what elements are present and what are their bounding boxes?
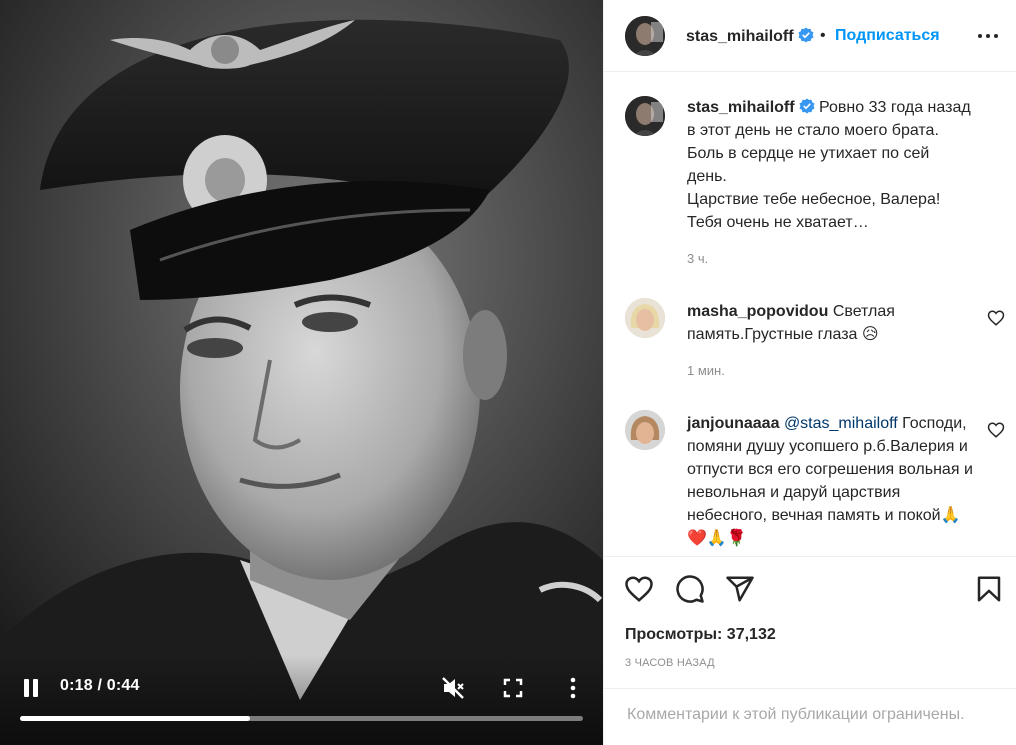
post-header: stas_mihailoff • Подписаться (604, 0, 1016, 72)
comment-username[interactable]: janjounaaaa (687, 415, 779, 432)
caption-line: Тебя очень не хватает… (687, 214, 869, 231)
pause-button[interactable] (18, 675, 44, 701)
comment-like-button[interactable] (987, 421, 1005, 439)
comments-limited-notice: Комментарии к этой публикации ограничены… (604, 688, 1016, 745)
comment-text: janjounaaaa @stas_mihailoff Господи, пом… (687, 412, 977, 550)
comment-icon (676, 575, 704, 603)
fullscreen-icon (503, 678, 523, 698)
heart-icon (987, 422, 1005, 438)
save-button[interactable] (974, 574, 1004, 604)
caption-line: день. (687, 168, 727, 185)
author-avatar[interactable] (625, 16, 665, 56)
comment-like-button[interactable] (987, 309, 1005, 327)
more-vertical-icon (570, 677, 576, 699)
caption-author-avatar[interactable] (625, 96, 665, 136)
comment-username[interactable]: masha_popovidou (687, 303, 828, 320)
bookmark-icon (977, 576, 1001, 602)
views-count[interactable]: Просмотры: 37,132 (625, 626, 776, 644)
comment-avatar-image (625, 410, 665, 450)
author-username-text[interactable]: stas_mihailoff (686, 28, 794, 45)
heart-icon (625, 576, 653, 602)
video-more-button[interactable] (560, 675, 586, 701)
comment-timestamp[interactable]: 1 мин. (687, 363, 725, 378)
author-username[interactable]: stas_mihailoff (686, 27, 814, 46)
follow-button[interactable]: Подписаться (835, 27, 940, 45)
views-number: 37,132 (726, 626, 776, 643)
video-player[interactable]: 0:18 / 0:44 (0, 0, 603, 745)
comment-mention[interactable]: @stas_mihailoff (784, 415, 898, 432)
post-caption: stas_mihailoff Ровно 33 года назад в это… (687, 96, 987, 234)
header-separator-dot: • (820, 27, 826, 44)
share-icon (726, 576, 754, 602)
comment-avatar[interactable] (625, 298, 665, 338)
caption-author-avatar-image (625, 96, 665, 136)
views-label: Просмотры: (625, 626, 723, 643)
comment-button[interactable] (675, 574, 705, 604)
author-avatar-image (625, 16, 665, 56)
caption-line: Боль в сердце не утихает по сей (687, 145, 930, 162)
comment-avatar-image (625, 298, 665, 338)
mute-button[interactable] (440, 675, 466, 701)
post-options-button[interactable] (976, 26, 1000, 46)
comment-avatar[interactable] (625, 410, 665, 450)
pause-icon (24, 679, 38, 697)
verified-badge-icon (799, 98, 815, 114)
share-button[interactable] (725, 574, 755, 604)
video-time: 0:18 / 0:44 (60, 677, 140, 694)
post-side-panel: stas_mihailoff • Подписаться stas_mihail… (603, 0, 1016, 745)
caption-timestamp[interactable]: 3 ч. (687, 251, 708, 266)
caption-line: Царствие тебе небесное, Валера! (687, 191, 941, 208)
volume-muted-icon (442, 677, 464, 699)
post-action-bar (604, 556, 1016, 616)
video-progress-bar[interactable] (20, 716, 583, 721)
post-timestamp[interactable]: 3 ЧАСОВ НАЗАД (625, 657, 715, 669)
caption-line: в этот день не стало моего брата. (687, 122, 939, 139)
caption-line: Ровно 33 года назад (819, 99, 971, 116)
more-horizontal-icon (978, 34, 998, 38)
video-progress-fill (20, 716, 251, 721)
fullscreen-button[interactable] (500, 675, 526, 701)
caption-username[interactable]: stas_mihailoff (687, 99, 795, 116)
heart-icon (987, 310, 1005, 326)
video-frame (0, 0, 603, 745)
like-button[interactable] (624, 574, 654, 604)
verified-badge-icon (798, 27, 814, 43)
comment-body: Господи, помяни душу усопшего р.б.Валери… (687, 415, 973, 547)
comment-text: masha_popovidou Светлая память.Грустные … (687, 300, 977, 346)
